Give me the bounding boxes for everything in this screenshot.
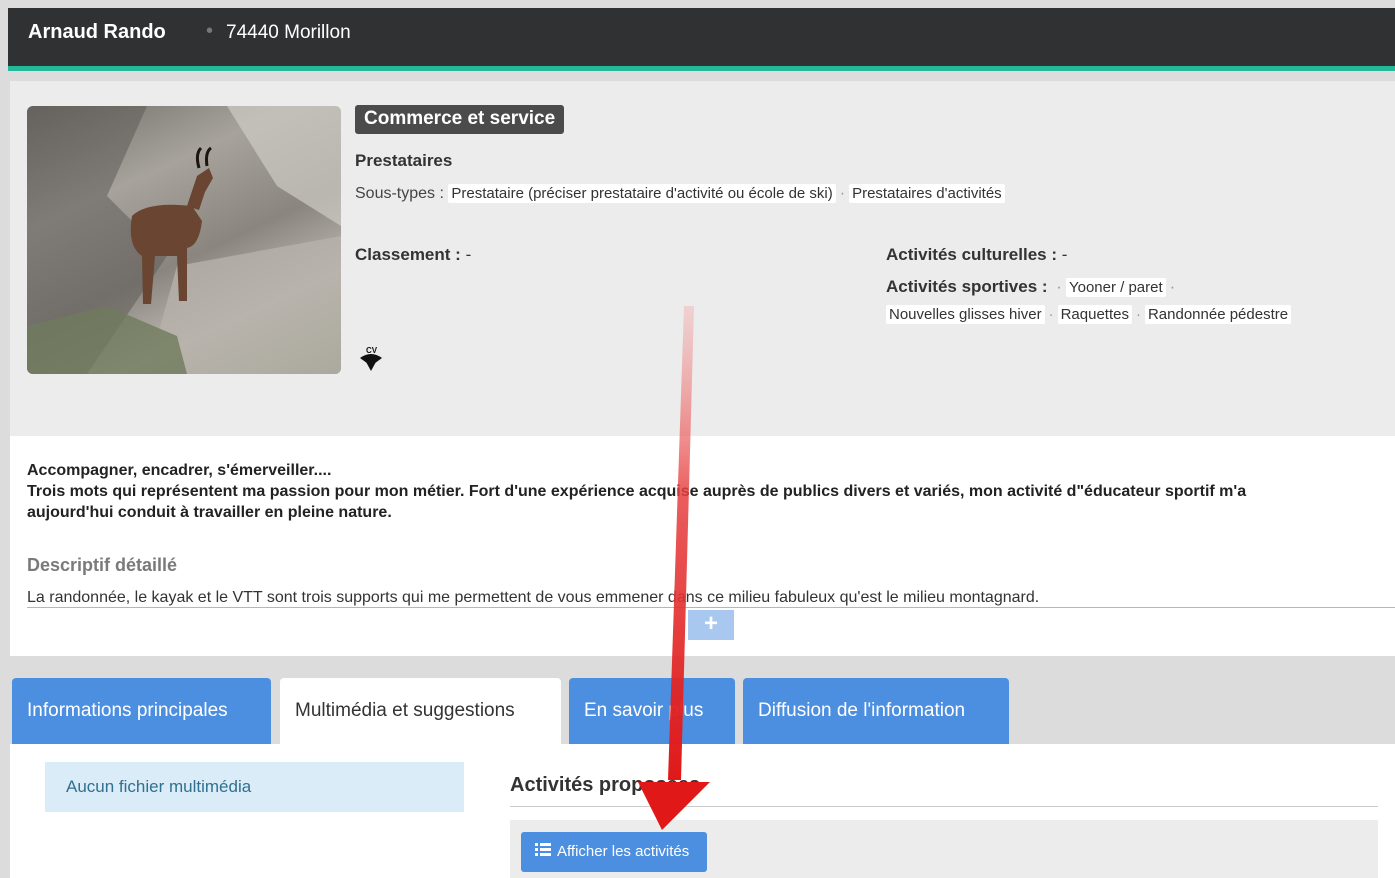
sport-activity-tag: Raquettes (1057, 305, 1132, 324)
detailed-description-title: Descriptif détaillé (27, 555, 178, 575)
svg-text:CV: CV (366, 346, 378, 355)
title-separator: • (206, 20, 214, 42)
cultural-activities-label: Activités culturelles : (886, 245, 1058, 264)
tab-diffusion-information[interactable]: Diffusion de l'information (743, 678, 1009, 744)
no-multimedia-alert: Aucun fichier multimédia (45, 762, 464, 812)
short-description: Accompagner, encadrer, s'émerveiller....… (27, 460, 1327, 523)
provider-location: 74440 Morillon (226, 22, 351, 43)
tab-informations-principales[interactable]: Informations principales (12, 678, 271, 744)
tab-content: Aucun fichier multimédia Activités propo… (10, 744, 1395, 878)
tab-en-savoir-plus[interactable]: En savoir plus (569, 678, 735, 744)
sport-activities-row-2: Nouvelles glisses hiver · Raquettes · Randon… (886, 305, 1292, 324)
short-description-line-2: Trois mots qui représentent ma passion p… (27, 483, 1247, 521)
list-icon (535, 832, 551, 872)
sport-activities-label: Activités sportives : (886, 277, 1048, 296)
classement-label: Classement : (355, 245, 461, 264)
divider (510, 806, 1378, 807)
sport-activities-row: Activités sportives : · Yooner / paret · (886, 277, 1176, 297)
sport-activity-tag: Nouvelles glisses hiver (886, 305, 1045, 324)
type-badge: Commerce et service (355, 105, 565, 134)
subtype-tag: Prestataire (préciser prestataire d'acti… (448, 184, 836, 203)
expand-description-button[interactable]: + (688, 610, 734, 640)
cv-label-icon: CV (357, 344, 385, 374)
show-activities-button[interactable]: Afficher les activités (521, 832, 708, 872)
classement-value: - (465, 245, 472, 264)
provider-name: Arnaud Rando (28, 21, 166, 43)
cultural-activities-row: Activités culturelles : - (886, 245, 1067, 265)
subtypes-label: Sous-types : (355, 185, 444, 202)
subtypes-row: Sous-types : Prestataire (préciser prest… (355, 184, 1005, 203)
cultural-activities-value: - (1061, 245, 1068, 264)
classement-row: Classement : - (355, 245, 471, 265)
tab-multimedia-suggestions[interactable]: Multimédia et suggestions (280, 678, 561, 744)
activities-title: Activités proposées (510, 774, 701, 796)
description-panel: Accompagner, encadrer, s'émerveiller....… (10, 436, 1395, 656)
sport-activity-tag: Yooner / paret (1065, 278, 1166, 297)
chamois-photo[interactable] (27, 106, 341, 374)
subtype-tag: Prestataires d'activités (849, 184, 1005, 203)
short-description-line-1: Accompagner, encadrer, s'émerveiller.... (27, 462, 332, 479)
category-label: Prestataires (355, 151, 453, 170)
top-bar: Arnaud Rando • 74440 Morillon (8, 8, 1395, 71)
divider (27, 607, 1395, 608)
show-activities-label: Afficher les activités (557, 843, 690, 860)
sport-activity-tag: Randonnée pédestre (1144, 305, 1292, 324)
activities-toolbar: Afficher les activités (510, 820, 1378, 878)
summary-panel: Commerce et service Prestataires Sous-ty… (10, 81, 1395, 436)
detailed-description-text: La randonnée, le kayak et le VTT sont tr… (27, 589, 1040, 606)
